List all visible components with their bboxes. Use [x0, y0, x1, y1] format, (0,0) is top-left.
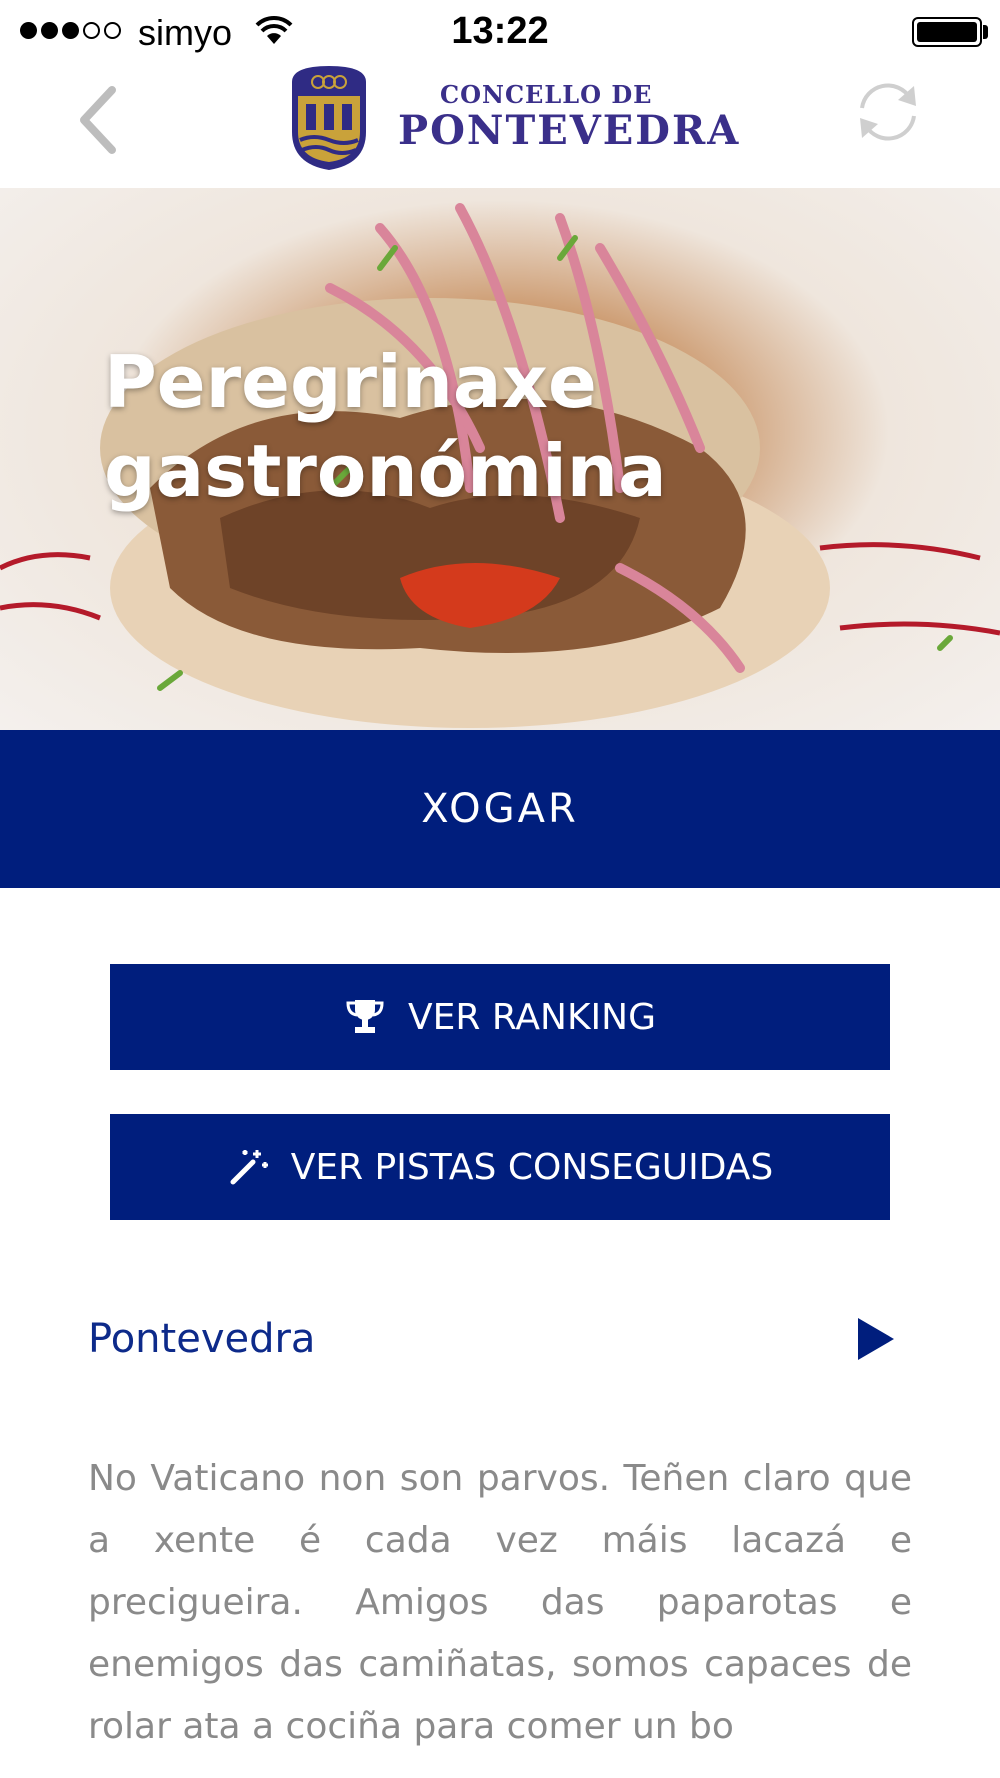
location-row[interactable]: Pontevedra — [88, 1310, 908, 1370]
view-clues-label: VER PISTAS CONSEGUIDAS — [290, 1146, 774, 1188]
chevron-left-icon[interactable] — [70, 80, 130, 160]
battery-tip — [983, 25, 988, 39]
logo-line2: PONTEVEDRA — [398, 107, 741, 154]
view-ranking-label: VER RANKING — [408, 996, 656, 1038]
location-label: Pontevedra — [88, 1316, 316, 1362]
trophy-icon — [346, 1000, 384, 1033]
description-text: No Vaticano non son parvos. Teñen claro … — [88, 1458, 912, 1747]
status-bar: simyo 13:22 — [0, 0, 1000, 62]
app-header: CONCELLO DE PONTEVEDRA — [0, 62, 1000, 188]
logo-line1: CONCELLO DE — [440, 80, 653, 109]
magic-wand-icon — [230, 1150, 268, 1185]
play-button[interactable]: XOGAR — [0, 730, 1000, 888]
status-time: 13:22 — [451, 10, 549, 52]
play-arrow-icon[interactable] — [854, 1314, 898, 1364]
play-button-label: XOGAR — [421, 786, 579, 832]
concello-logo: CONCELLO DE PONTEVEDRA — [288, 62, 740, 172]
battery-icon — [912, 17, 982, 47]
view-clues-button[interactable]: VER PISTAS CONSEGUIDAS — [110, 1114, 890, 1220]
hero-image: Peregrinaxe gastronómina — [0, 188, 1000, 730]
refresh-icon[interactable] — [848, 72, 928, 152]
hero-title: Peregrinaxe gastronómina — [104, 340, 667, 513]
view-ranking-button[interactable]: VER RANKING — [110, 964, 890, 1070]
crest-icon — [292, 66, 366, 170]
logo-text: CONCELLO DE PONTEVEDRA — [398, 80, 740, 154]
